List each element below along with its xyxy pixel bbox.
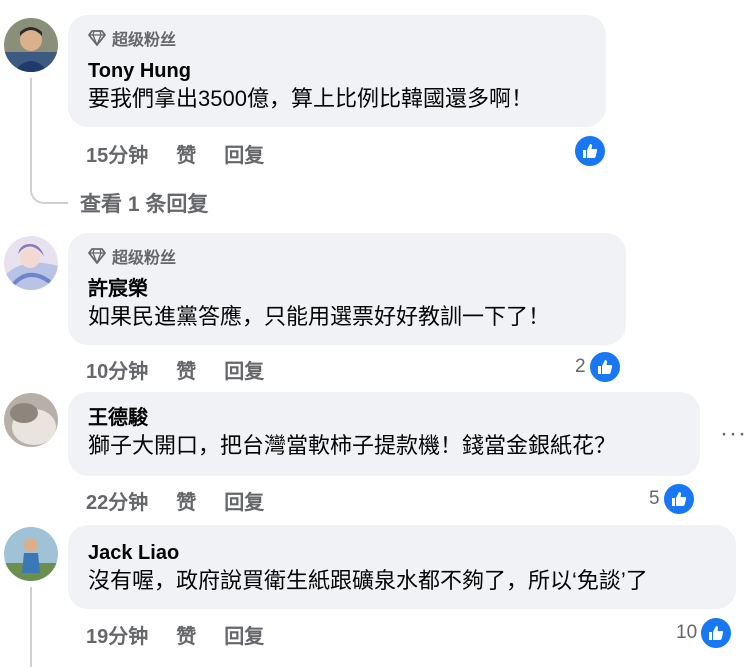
comment-actions: 15分钟 赞 回复 [86,139,292,168]
top-fan-badge: 超级粉丝 [88,26,586,50]
comment-actions: 19分钟 赞 回复 [86,620,292,649]
avatar[interactable] [4,236,58,290]
reply-button[interactable]: 回复 [224,139,264,168]
comments-section: 超级粉丝 Tony Hung 要我們拿出3500億，算上比例比韓國還多啊！ 15… [0,0,752,667]
reply-button[interactable]: 回复 [224,486,264,515]
like-button[interactable]: 赞 [176,486,196,515]
top-fan-badge: 超级粉丝 [88,244,606,268]
comment-author[interactable]: Tony Hung [88,58,586,84]
diamond-icon [88,248,106,264]
avatar[interactable] [4,18,58,72]
reply-thread-line [30,78,32,178]
like-button[interactable]: 赞 [176,355,196,384]
avatar[interactable] [4,393,58,447]
comment-text: 沒有喔，政府說買衛生紙跟礦泉水都不夠了，所以‘免談’了 [88,568,648,593]
comment-timestamp[interactable]: 15分钟 [86,139,148,168]
comment-timestamp[interactable]: 22分钟 [86,486,148,515]
comment-text: 要我們拿出3500億，算上比例比韓國還多啊！ [88,86,533,111]
comment-author[interactable]: Jack Liao [88,540,716,566]
reaction-count[interactable] [571,134,607,168]
reaction-count-value: 5 [649,488,660,509]
reply-button[interactable]: 回复 [224,355,264,384]
reaction-count-value: 10 [676,622,698,643]
comment-author[interactable]: 王德駿 [88,405,680,431]
like-button[interactable]: 赞 [176,139,196,168]
thumbs-up-icon [661,482,696,516]
reaction-count[interactable]: 10 [676,616,734,650]
comment-bubble: 王德駿 獅子大開口，把台灣當軟柿子提款機！錢當金銀紙花？ [68,392,700,476]
thumbs-up-icon [587,350,622,384]
reaction-count[interactable]: 2 [575,350,622,384]
comment-text: 如果民進黨答應，只能用選票好好教訓一下了！ [88,304,551,329]
comment-bubble: 超级粉丝 許宸榮 如果民進黨答應，只能用選票好好教訓一下了！ [68,233,626,345]
comment-bubble: Jack Liao 沒有喔，政府說買衛生紙跟礦泉水都不夠了，所以‘免談’了 [68,525,736,609]
comment-author[interactable]: 許宸榮 [88,276,606,302]
more-options-icon[interactable]: ··· [720,420,747,448]
comment-actions: 10分钟 赞 回复 [86,355,292,384]
diamond-icon [88,30,106,46]
view-replies-link[interactable]: 查看 1 条回复 [80,188,208,218]
comment-timestamp[interactable]: 10分钟 [86,355,148,384]
comment-bubble: 超级粉丝 Tony Hung 要我們拿出3500億，算上比例比韓國還多啊！ [68,15,606,127]
comment-text: 獅子大開口，把台灣當軟柿子提款機！錢當金銀紙花？ [88,433,617,458]
reply-thread-line [30,587,32,667]
badge-label: 超级粉丝 [112,32,177,49]
like-button[interactable]: 赞 [176,620,196,649]
comment-actions: 22分钟 赞 回复 [86,486,292,515]
reply-thread-connector [30,176,68,204]
avatar[interactable] [4,527,58,581]
comment-timestamp[interactable]: 19分钟 [86,620,148,649]
reply-button[interactable]: 回复 [224,620,264,649]
thumbs-up-icon [573,134,607,168]
thumbs-up-icon [699,616,734,650]
reaction-count[interactable]: 5 [649,482,696,516]
reaction-count-value: 2 [575,356,586,377]
badge-label: 超级粉丝 [112,250,177,267]
